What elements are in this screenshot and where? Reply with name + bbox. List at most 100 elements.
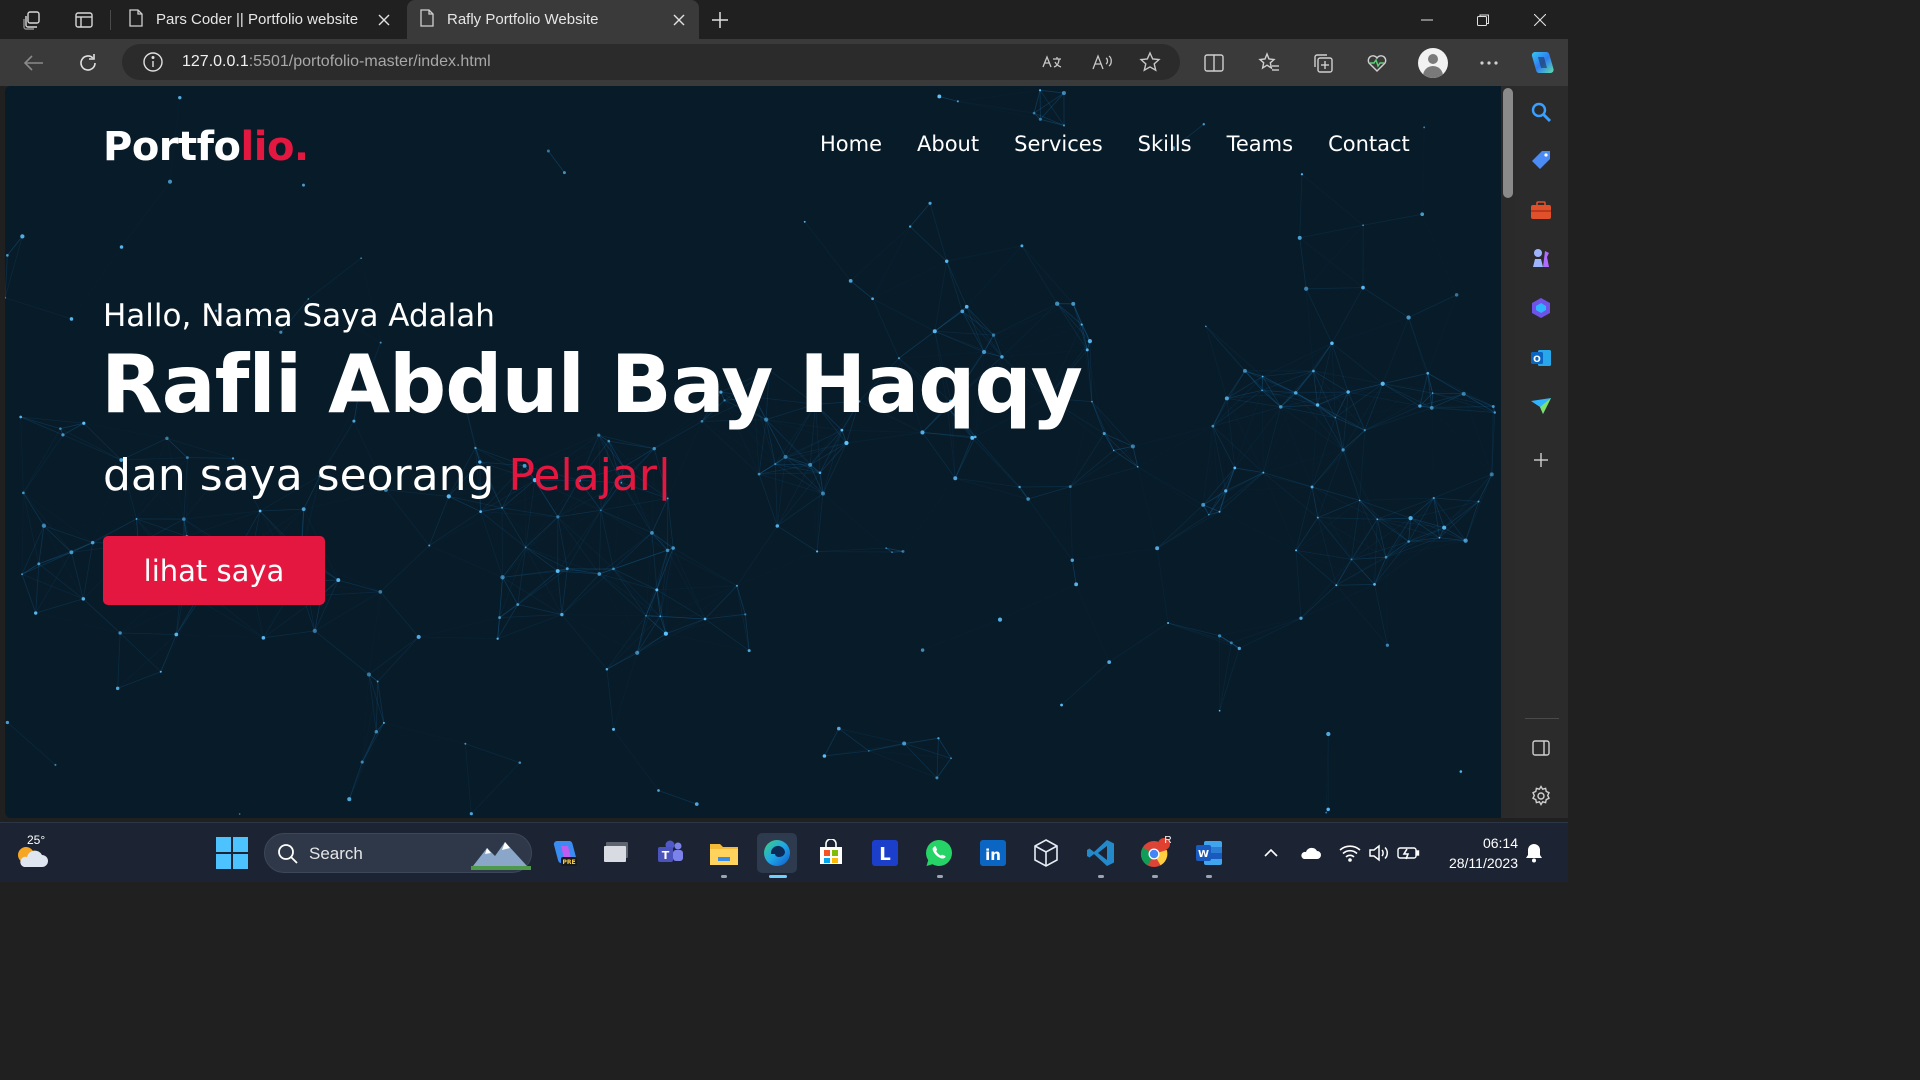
close-tab-icon[interactable]	[667, 8, 691, 32]
hero-greeting: Hallo, Nama Saya Adalah	[103, 298, 495, 334]
start-button[interactable]	[216, 837, 248, 869]
translate-icon[interactable]	[1040, 50, 1064, 74]
task-view-icon[interactable]	[597, 833, 637, 873]
clock-date: 28/11/2023	[1448, 855, 1518, 871]
page-icon	[128, 8, 144, 31]
word-icon[interactable]: W	[1189, 833, 1229, 873]
url-host: 127.0.0.1	[182, 53, 249, 70]
notification-bell-icon[interactable]	[1522, 841, 1546, 865]
read-aloud-icon[interactable]	[1090, 50, 1114, 74]
microsoft-365-icon[interactable]	[1527, 294, 1555, 322]
tab-title: Rafly Portfolio Website	[447, 11, 599, 28]
active-indicator	[769, 875, 787, 878]
nav-about[interactable]: About	[917, 132, 979, 156]
chrome-profile-badge: R	[1164, 835, 1172, 846]
nav-home[interactable]: Home	[820, 132, 882, 156]
edge-sidebar: O	[1515, 86, 1568, 818]
nav-contact[interactable]: Contact	[1328, 132, 1410, 156]
tab-pars-coder[interactable]: Pars Coder || Portfolio website	[116, 0, 404, 39]
cta-button[interactable]: lihat saya	[103, 536, 325, 605]
address-bar[interactable]: 127.0.0.1:5501/portofolio-master/index.h…	[122, 44, 1180, 80]
hero-name: Rafli Abdul Bay Haqqy	[101, 338, 1083, 431]
shopping-tag-icon[interactable]	[1527, 146, 1555, 174]
show-hidden-icons-chevron-icon[interactable]	[1259, 841, 1283, 865]
clock-time: 06:14	[1482, 835, 1518, 851]
microsoft-store-icon[interactable]	[811, 833, 851, 873]
battery-charging-icon[interactable]	[1397, 841, 1421, 865]
svg-text:PRE: PRE	[562, 859, 575, 866]
windows-taskbar: 25° Search PRE T L in R W 06:14 28/11/20…	[0, 822, 1568, 882]
drop-send-icon[interactable]	[1527, 392, 1555, 420]
site-logo[interactable]: Portfolio.	[103, 124, 309, 170]
logo-accent: lio.	[240, 124, 310, 170]
system-clock[interactable]: 06:14 28/11/2023	[1432, 833, 1518, 873]
file-explorer-icon[interactable]	[704, 833, 744, 873]
url-text[interactable]: 127.0.0.1:5501/portofolio-master/index.h…	[182, 53, 491, 71]
vscode-icon[interactable]	[1081, 833, 1121, 873]
l-app-icon[interactable]: L	[865, 833, 905, 873]
tab-title: Pars Coder || Portfolio website	[156, 11, 359, 28]
logo-main: Portfo	[103, 124, 241, 170]
teams-icon[interactable]: T	[650, 833, 690, 873]
main-nav: Home About Services Skills Teams Contact	[820, 132, 1410, 156]
page-icon	[419, 8, 435, 31]
weather-temperature: 25°	[27, 833, 46, 847]
site-info-icon[interactable]	[142, 51, 164, 77]
hide-sidebar-icon[interactable]	[1527, 734, 1555, 762]
tab-actions-icon[interactable]	[70, 6, 98, 34]
page-viewport: Portfolio. Home About Services Skills Te…	[5, 86, 1501, 818]
outlook-icon[interactable]: O	[1527, 344, 1555, 372]
whatsapp-icon[interactable]	[919, 833, 959, 873]
add-sidebar-app-icon[interactable]	[1527, 446, 1555, 474]
refresh-icon[interactable]	[72, 47, 104, 79]
running-indicator	[721, 875, 727, 878]
games-chess-icon[interactable]	[1527, 244, 1555, 272]
wifi-icon[interactable]	[1338, 841, 1362, 865]
collections-icon[interactable]	[1307, 47, 1339, 79]
tab-strip: Pars Coder || Portfolio website Rafly Po…	[0, 0, 1568, 39]
nav-services[interactable]: Services	[1014, 132, 1103, 156]
volume-icon[interactable]	[1367, 841, 1391, 865]
new-tab-icon[interactable]	[706, 6, 734, 34]
scrollbar-thumb[interactable]	[1503, 88, 1513, 198]
close-tab-icon[interactable]	[372, 8, 396, 32]
taskbar-search[interactable]: Search	[264, 833, 532, 873]
search-highlight-mountain-icon	[471, 842, 531, 870]
linkedin-icon[interactable]: in	[973, 833, 1013, 873]
typing-cursor: |	[656, 450, 672, 501]
running-indicator	[937, 875, 943, 878]
hero-role: dan saya seorang Pelajar|	[103, 450, 672, 501]
nav-teams[interactable]: Teams	[1227, 132, 1293, 156]
nav-skills[interactable]: Skills	[1138, 132, 1192, 156]
split-screen-icon[interactable]	[1198, 47, 1230, 79]
close-window-icon[interactable]	[1512, 0, 1568, 39]
address-row: 127.0.0.1:5501/portofolio-master/index.h…	[0, 39, 1568, 86]
onedrive-cloud-icon[interactable]	[1298, 841, 1322, 865]
edge-browser-icon[interactable]	[757, 833, 797, 873]
tools-briefcase-icon[interactable]	[1527, 196, 1555, 224]
copilot-preview-icon[interactable]: PRE	[544, 833, 584, 873]
svg-text:L: L	[879, 844, 890, 865]
workspaces-icon[interactable]	[18, 6, 46, 34]
role-typed-text: Pelajar	[508, 450, 657, 501]
favorites-icon[interactable]	[1253, 47, 1285, 79]
svg-text:O: O	[1533, 355, 1541, 365]
browser-essentials-icon[interactable]	[1361, 47, 1393, 79]
favorite-star-icon[interactable]	[1138, 50, 1162, 74]
settings-gear-icon[interactable]	[1527, 782, 1555, 810]
role-prefix: dan saya seorang	[103, 450, 495, 501]
copilot-icon[interactable]	[1525, 47, 1557, 79]
3d-box-app-icon[interactable]	[1026, 833, 1066, 873]
tab-separator	[110, 10, 111, 30]
url-path: :5501/portofolio-master/index.html	[248, 53, 491, 70]
restore-icon[interactable]	[1455, 0, 1511, 39]
search-icon[interactable]	[1527, 98, 1555, 126]
tab-rafly-portfolio[interactable]: Rafly Portfolio Website	[407, 0, 699, 39]
profile-avatar[interactable]	[1418, 48, 1448, 78]
more-menu-icon[interactable]	[1473, 47, 1505, 79]
back-icon[interactable]	[18, 47, 50, 79]
sidebar-divider	[1525, 718, 1559, 719]
running-indicator	[1206, 875, 1212, 878]
minimize-icon[interactable]	[1399, 0, 1455, 39]
svg-text:W: W	[1198, 849, 1209, 860]
